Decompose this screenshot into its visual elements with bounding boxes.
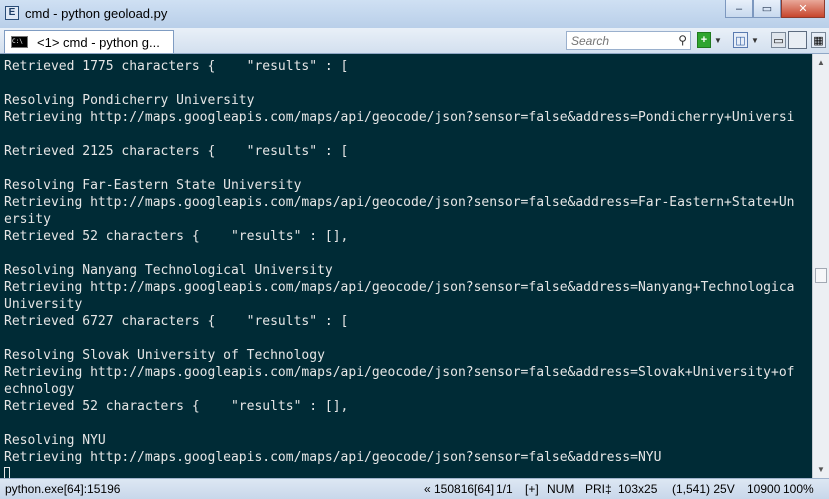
console-icon: C:\ [11,36,28,48]
scroll-down-icon[interactable]: ▼ [813,461,829,477]
status-bar: python.exe[64]:15196 « 150816[64] 1/1 [+… [0,478,829,499]
console-line: Retrieving http://maps.googleapis.com/ma… [4,195,795,210]
console-line: ersity [4,212,51,227]
scroll-up-icon[interactable]: ▲ [813,54,829,70]
scrollbar-thumb[interactable] [815,268,827,283]
console-line: Retrieved 1775 characters { "results" : … [4,59,349,74]
window-title: cmd - python geoload.py [25,6,168,21]
search-icon[interactable]: ⚲ [678,33,687,47]
console-line: Retrieving http://maps.googleapis.com/ma… [4,110,795,125]
status-build: « 150816[64] [424,482,495,496]
status-cursor: (1,541) 25V [672,482,735,496]
console-line: Retrieving http://maps.googleapis.com/ma… [4,450,662,465]
vertical-scrollbar[interactable]: ▲ ▼ [812,54,829,478]
layout-icon[interactable]: ◫ [733,32,748,48]
close-button[interactable]: ✕ [781,0,825,18]
console-line: Resolving Nanyang Technological Universi… [4,263,333,278]
split-view-icon[interactable] [788,31,807,49]
console-line: Retrieved 52 characters { "results" : []… [4,229,349,244]
console-line: Resolving NYU [4,433,106,448]
maximize-button[interactable]: ▭ [753,0,781,18]
search-input[interactable] [569,33,673,48]
console-line: Resolving Slovak University of Technolog… [4,348,325,363]
search-box[interactable]: ⚲ [566,31,691,50]
status-insert: [+] [525,482,539,496]
new-console-dropdown-icon[interactable]: ▼ [714,32,722,48]
minimize-button[interactable]: – [725,0,753,18]
console-line: Retrieved 52 characters { "results" : []… [4,399,349,414]
status-size: 103x25 [618,482,658,496]
layout-dropdown-icon[interactable]: ▼ [751,32,759,48]
toolbar: C:\ <1> cmd - python g... ⚲ + ▼ ◫ ▼ ▭ ▦ [0,28,829,54]
grid-icon[interactable]: ▦ [811,32,826,48]
console-line: Retrieved 2125 characters { "results" : … [4,144,349,159]
status-process: python.exe[64]:15196 [5,482,121,496]
window-controls: – ▭ ✕ [725,0,825,18]
console-tab[interactable]: C:\ <1> cmd - python g... [4,30,174,53]
console-line: Retrieving http://maps.googleapis.com/ma… [4,280,795,295]
console-line: Retrieving http://maps.googleapis.com/ma… [4,365,795,380]
console-line: Resolving Far-Eastern State University [4,178,302,193]
console-line: University [4,297,83,312]
conemu-app-icon[interactable]: E [5,6,19,20]
title-bar: E cmd - python geoload.py – ▭ ✕ [0,0,829,28]
new-console-icon[interactable]: + [697,32,711,48]
status-priority: PRI‡ [585,482,612,496]
status-num: NUM [547,482,575,496]
status-zoom: 100% [783,482,814,496]
status-memory: 10900 [747,482,781,496]
console-line: echnology [4,382,75,397]
status-page: 1/1 [496,482,513,496]
console-line: Retrieved 6727 characters { "results" : … [4,314,349,329]
text-cursor [4,467,10,478]
tab-label: <1> cmd - python g... [37,35,160,50]
console-line: Resolving Pondicherry University [4,93,255,108]
panel-icon[interactable]: ▭ [771,32,786,48]
console-output[interactable]: Retrieved 1775 characters { "results" : … [0,54,812,478]
